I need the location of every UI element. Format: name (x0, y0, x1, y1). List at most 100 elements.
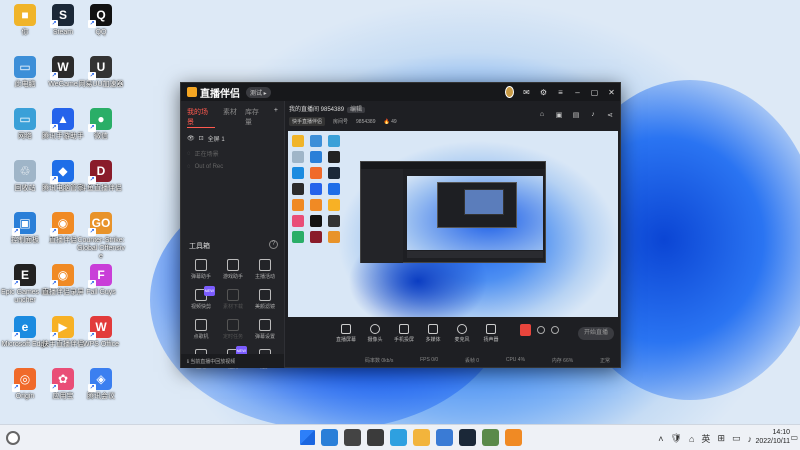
tab-stock[interactable]: 库存量 (245, 107, 266, 128)
taskbar-app-icon[interactable] (413, 429, 430, 446)
room-tag[interactable]: 快手直播伴侣 (289, 117, 326, 126)
room-meta: 快手直播伴侣 房间号 9854389 🔥 49 (289, 117, 397, 126)
control-button[interactable]: 扬声器 (477, 322, 505, 343)
settings-icon[interactable]: ⚙ (539, 88, 548, 97)
tab-materials[interactable]: 素材 (223, 107, 237, 128)
add-scene-icon[interactable]: + (274, 107, 278, 128)
minimize-icon[interactable]: – (573, 88, 582, 97)
tool-item[interactable]: 游戏助手 (217, 259, 249, 280)
taskbar-app-icon[interactable] (436, 429, 453, 446)
tool-item[interactable]: 主播活动 (249, 259, 281, 280)
taskbar-app-icon[interactable] (367, 429, 384, 446)
desktop-icon[interactable]: U ↗ 网易UU加速器 (77, 56, 125, 89)
widget-icon[interactable] (6, 431, 20, 445)
room-title: 我的直播间 9854389 编辑 (289, 104, 366, 113)
live-preview[interactable] (288, 131, 618, 317)
taskbar-app-icon[interactable] (482, 429, 499, 446)
preview-app-icon (292, 167, 304, 179)
scene-item[interactable]: ◌ 正在场景 (181, 146, 284, 161)
record-button[interactable] (520, 324, 531, 336)
desktop-icon[interactable]: Q ↗ QQ (77, 4, 125, 37)
gift-icon[interactable]: ▣ (555, 111, 563, 119)
tray-icon[interactable]: ⊞ (717, 433, 725, 444)
control-button[interactable]: 摄像头 (361, 322, 389, 343)
avatar[interactable] (505, 86, 514, 98)
shortcut-arrow-icon: ↗ (50, 384, 58, 392)
desktop-icon[interactable]: D ↗ 斗鱼直播伴侣 (77, 160, 125, 193)
version-badge[interactable]: 测试 ▸ (246, 86, 271, 98)
scene-lock-icon[interactable]: ⊡ (199, 135, 204, 142)
shortcut-arrow-icon: ↗ (88, 72, 96, 80)
tray-icon[interactable]: ♪ (748, 434, 753, 444)
settings-icon[interactable] (537, 326, 545, 334)
control-icon (341, 324, 351, 334)
clock[interactable]: 14:10 2022/10/11 (755, 428, 790, 446)
tool-item[interactable]: 定时任务 (217, 319, 249, 340)
desktop-icon[interactable]: GO ↗ Counter-Strike: Global Offensive (77, 212, 125, 261)
app-icon: GO ↗ (88, 212, 112, 236)
tool-item[interactable]: 弹幕助手 (185, 259, 217, 280)
tab-my-scenes[interactable]: 我的场景 (187, 107, 215, 128)
help-icon[interactable]: ? (269, 240, 278, 249)
mail-icon[interactable]: ✉ (522, 88, 531, 97)
system-tray: ˄ 🛡 ⌂ 英 ⊞ ▭ ♪ (658, 432, 752, 445)
tray-icon[interactable]: ˄ (658, 434, 663, 444)
desktop-icon[interactable]: F ↗ Fall Guys (77, 264, 125, 297)
notification-icon[interactable]: ▭ (790, 433, 798, 442)
control-button[interactable]: 手机投屏 (390, 322, 418, 343)
task-icon[interactable]: ▤ (572, 111, 580, 119)
shop-icon[interactable]: ⌂ (538, 111, 546, 119)
taskbar-app-icon[interactable] (321, 429, 338, 446)
start-menu-icon[interactable] (300, 430, 315, 445)
control-button[interactable]: 直播屏幕 (332, 322, 360, 343)
title-bar[interactable]: 直播伴侣 测试 ▸ ✉ ⚙ ≡ – ▢ ✕ (181, 83, 620, 101)
control-label: 手机投屏 (393, 337, 414, 343)
preview-app-icon (292, 199, 304, 211)
taskbar-app-icon[interactable] (505, 429, 522, 446)
menu-icon[interactable]: ≡ (556, 88, 565, 97)
desktop-icon[interactable]: ● ↗ 微信 (77, 108, 125, 141)
tool-icon (195, 319, 207, 331)
desktop-icon[interactable]: ◈ ↗ 腾讯会议 (77, 368, 125, 401)
shortcut-arrow-icon: ↗ (88, 384, 96, 392)
close-icon[interactable]: ✕ (607, 88, 616, 97)
taskbar-app-icon[interactable] (459, 429, 476, 446)
desktop-icon[interactable]: W ↗ WPS Office (77, 316, 125, 349)
status-item: CPU 4% (505, 357, 526, 363)
control-button[interactable]: 麦克风 (448, 322, 476, 343)
preview-app-icon (292, 183, 304, 195)
tray-icon[interactable]: ⌂ (689, 434, 694, 444)
visible-eye-icon[interactable]: 👁 (187, 135, 195, 142)
shortcut-arrow-icon: ↗ (50, 332, 58, 340)
hidden-eye-icon[interactable]: ◌ (187, 164, 191, 170)
tool-item[interactable]: 点歌机 (185, 319, 217, 340)
preview-left-panel (361, 169, 403, 263)
go-live-button[interactable]: 开始直播 (578, 327, 614, 340)
scene-item[interactable]: ◌ Out of Rec (181, 161, 284, 173)
share-icon[interactable]: ⋖ (606, 111, 614, 119)
edit-room-button[interactable]: 编辑 (347, 107, 366, 113)
tool-item[interactable]: 素材下载 (217, 289, 249, 310)
scene-item[interactable]: 👁 ⊡ 全屏 1 (181, 131, 284, 146)
app-icon: W ↗ (50, 56, 74, 80)
tray-icon[interactable]: 🛡 (671, 433, 682, 444)
maximize-icon[interactable]: ▢ (590, 88, 599, 97)
tray-icon[interactable]: 英 (701, 432, 710, 445)
control-button[interactable]: 多媒体 (419, 322, 447, 343)
desktop-icon-label: QQ (95, 29, 107, 36)
left-footer-notice[interactable]: ℹ 当前直播中回放视频 (181, 354, 284, 368)
taskbar-app-icon[interactable] (390, 429, 407, 446)
status-item: 正常 (599, 358, 610, 364)
desktop-icon-label: 微信 (94, 133, 108, 140)
bell-icon[interactable]: ♪ (589, 111, 597, 119)
app-icon: ◉ ↗ (50, 264, 74, 288)
app-icon: S ↗ (50, 4, 74, 28)
tray-icon[interactable]: ▭ (732, 433, 741, 444)
tool-item[interactable]: NEW 视频快剪 (185, 286, 217, 310)
taskbar-app-icon[interactable] (344, 429, 361, 446)
tool-item[interactable]: 美颜滤镜 (249, 289, 281, 310)
tool-item[interactable]: 弹幕设置 (249, 319, 281, 340)
shortcut-arrow-icon: ↗ (50, 20, 58, 28)
more-icon[interactable] (551, 326, 559, 334)
hidden-eye-icon[interactable]: ◌ (187, 151, 191, 157)
